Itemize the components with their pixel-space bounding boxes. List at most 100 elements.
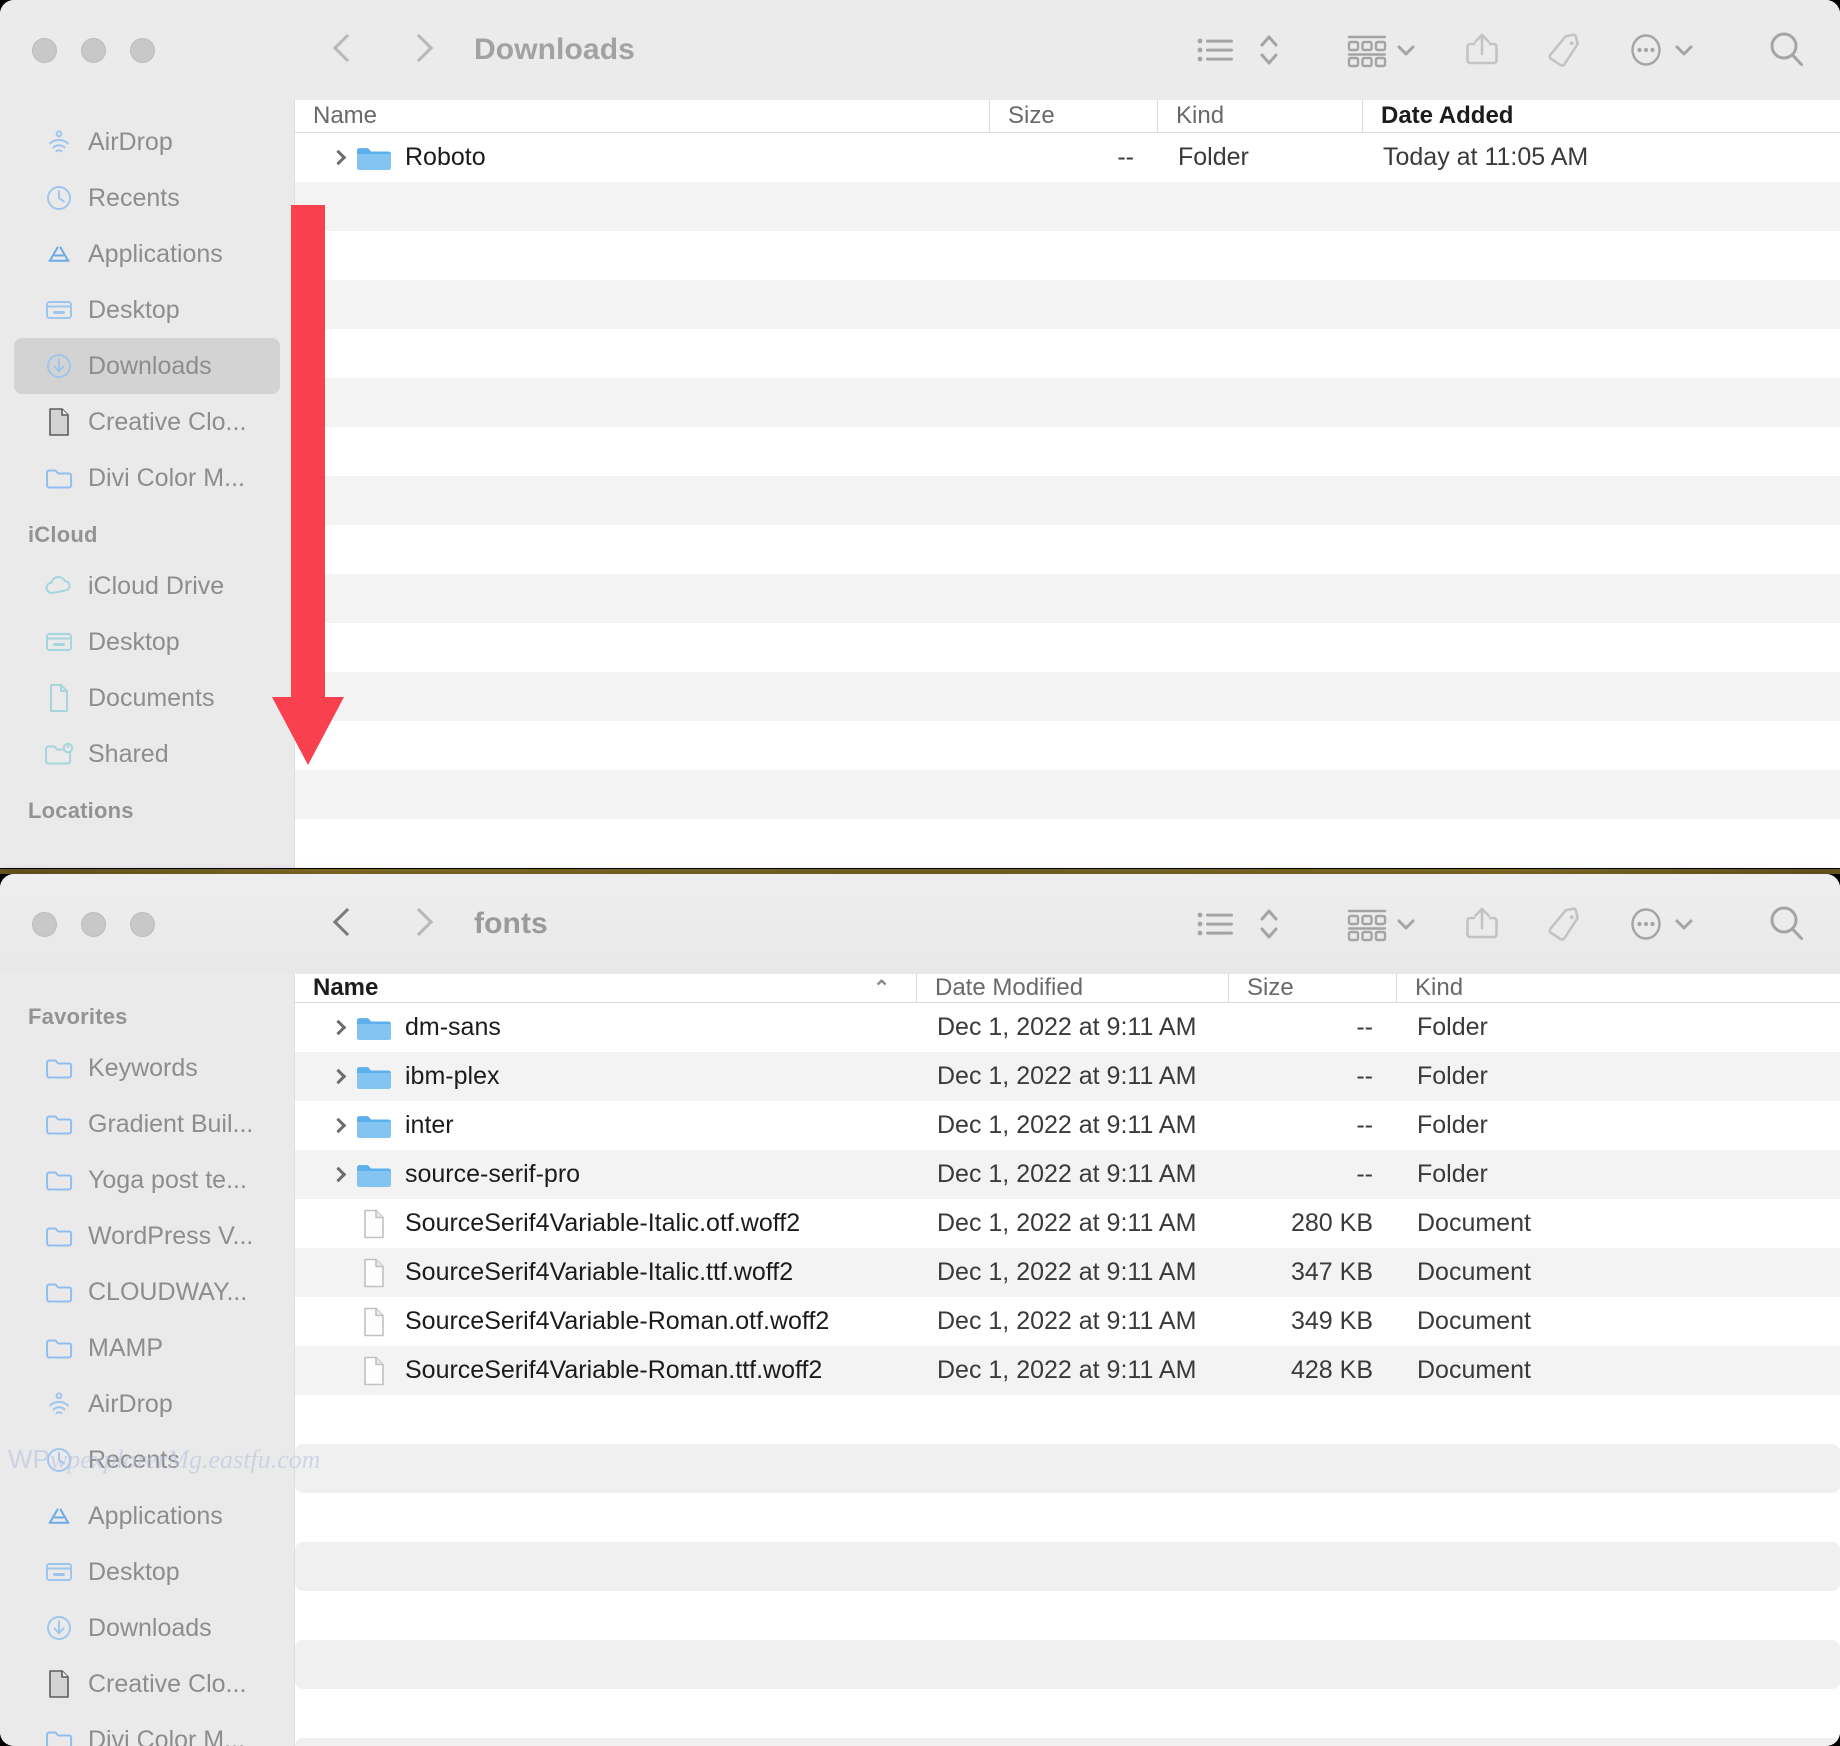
sidebar-item-shared[interactable]: Shared	[14, 726, 280, 782]
tag-icon[interactable]	[1542, 28, 1586, 72]
forward-button[interactable]	[386, 21, 444, 79]
sidebar-item-desktop[interactable]: Desktop	[14, 282, 280, 338]
column-header-name[interactable]: Name	[295, 100, 990, 132]
sidebar-item-keywords[interactable]: Keywords	[14, 1040, 280, 1096]
file-size: --	[1229, 1062, 1397, 1091]
back-button[interactable]	[314, 21, 372, 79]
table-row[interactable]: dm-sans Dec 1, 2022 at 9:11 AM -- Folder	[295, 1003, 1840, 1052]
filelist-downloads: Name Size Kind Date Added Roboto	[294, 100, 1840, 868]
document-gray-icon	[38, 1668, 80, 1700]
close-button[interactable]	[32, 912, 57, 937]
folder-outline-icon	[38, 1334, 80, 1362]
sidebar-item-applications[interactable]: Applications	[14, 1488, 280, 1544]
sidebar-label: Creative Clo...	[88, 408, 246, 437]
chevron-left-icon	[334, 34, 352, 66]
empty-row	[295, 1542, 1840, 1591]
sort-updown-icon[interactable]	[1256, 28, 1282, 72]
share-icon[interactable]	[1460, 27, 1504, 73]
titlebar-sidebar-zone	[0, 874, 294, 974]
back-button[interactable]	[314, 895, 372, 953]
table-row[interactable]: SourceSerif4Variable-Italic.otf.woff2 De…	[295, 1199, 1840, 1248]
sort-updown-icon[interactable]	[1256, 902, 1282, 946]
disclosure-triangle-icon[interactable]	[323, 1022, 353, 1033]
maximize-button[interactable]	[130, 38, 155, 63]
sidebar-item-desktop[interactable]: Desktop	[14, 1544, 280, 1600]
table-row[interactable]: source-serif-pro Dec 1, 2022 at 9:11 AM …	[295, 1150, 1840, 1199]
sidebar-label: Creative Clo...	[88, 1670, 246, 1699]
sidebar-item-recents[interactable]: Recents	[14, 1432, 280, 1488]
airdrop-icon	[38, 1389, 80, 1419]
column-header-size[interactable]: Size	[1229, 974, 1397, 1002]
empty-row	[295, 1640, 1840, 1689]
column-header-kind[interactable]: Kind	[1158, 100, 1363, 132]
chevron-down-icon-more[interactable]	[1668, 908, 1700, 940]
file-name: SourceSerif4Variable-Italic.otf.woff2	[405, 1209, 800, 1238]
group-by-icon[interactable]	[1344, 903, 1390, 945]
sidebar-item-yoga-post[interactable]: Yoga post te...	[14, 1152, 280, 1208]
table-row[interactable]: SourceSerif4Variable-Roman.otf.woff2 Dec…	[295, 1297, 1840, 1346]
sidebar-item-applications[interactable]: Applications	[14, 226, 280, 282]
disclosure-triangle-icon[interactable]	[323, 1120, 353, 1131]
file-kind: Document	[1397, 1307, 1840, 1336]
document-icon	[353, 1355, 395, 1387]
chevron-down-icon-more[interactable]	[1668, 34, 1700, 66]
minimize-button[interactable]	[81, 38, 106, 63]
sidebar-item-airdrop[interactable]: AirDrop	[14, 114, 280, 170]
sidebar-item-icloud-documents[interactable]: Documents	[14, 670, 280, 726]
table-row[interactable]: ibm-plex Dec 1, 2022 at 9:11 AM -- Folde…	[295, 1052, 1840, 1101]
minimize-button[interactable]	[81, 912, 106, 937]
sidebar-item-airdrop[interactable]: AirDrop	[14, 1376, 280, 1432]
sidebar-item-wordpress[interactable]: WordPress V...	[14, 1208, 280, 1264]
disclosure-triangle-icon[interactable]	[323, 1169, 353, 1180]
document-icon	[38, 682, 80, 714]
share-icon[interactable]	[1460, 901, 1504, 947]
file-date-added: Today at 11:05 AM	[1363, 143, 1840, 172]
column-header-date-added[interactable]: Date Added	[1363, 100, 1840, 132]
tag-icon[interactable]	[1542, 902, 1586, 946]
sidebar-item-creative-cloud[interactable]: Creative Clo...	[14, 1656, 280, 1712]
sidebar-item-divi-color[interactable]: Divi Color M...	[14, 450, 280, 506]
sidebar-item-downloads[interactable]: Downloads	[14, 338, 280, 394]
column-header-date-modified[interactable]: Date Modified	[917, 974, 1229, 1002]
search-icon[interactable]	[1762, 26, 1812, 74]
search-icon[interactable]	[1762, 900, 1812, 948]
sidebar-item-mamp[interactable]: MAMP	[14, 1320, 280, 1376]
list-view-icon[interactable]	[1196, 905, 1240, 943]
more-ellipsis-icon[interactable]	[1624, 28, 1668, 72]
forward-button[interactable]	[386, 895, 444, 953]
window-title: Downloads	[474, 33, 635, 67]
window-title: fonts	[474, 907, 548, 941]
list-view-icon[interactable]	[1196, 31, 1240, 69]
disclosure-triangle-icon[interactable]	[323, 1071, 353, 1082]
maximize-button[interactable]	[130, 912, 155, 937]
folder-outline-icon	[38, 464, 80, 492]
table-row[interactable]: SourceSerif4Variable-Italic.ttf.woff2 De…	[295, 1248, 1840, 1297]
more-ellipsis-icon[interactable]	[1624, 902, 1668, 946]
chevron-down-icon-group[interactable]	[1390, 34, 1422, 66]
chevron-down-icon-group[interactable]	[1390, 908, 1422, 940]
folder-icon	[353, 1062, 395, 1092]
file-kind: Document	[1397, 1258, 1840, 1287]
sidebar-item-downloads[interactable]: Downloads	[14, 1600, 280, 1656]
group-by-icon[interactable]	[1344, 29, 1390, 71]
column-header-kind[interactable]: Kind	[1397, 974, 1840, 1002]
close-button[interactable]	[32, 38, 57, 63]
sidebar-item-icloud-drive[interactable]: iCloud Drive	[14, 558, 280, 614]
sidebar-item-recents[interactable]: Recents	[14, 170, 280, 226]
table-row[interactable]: inter Dec 1, 2022 at 9:11 AM -- Folder	[295, 1101, 1840, 1150]
column-header-name[interactable]: Name ⌃	[295, 974, 917, 1002]
traffic-lights	[32, 38, 155, 63]
table-row[interactable]: Roboto -- Folder Today at 11:05 AM	[295, 133, 1840, 182]
sidebar-item-creative-cloud[interactable]: Creative Clo...	[14, 394, 280, 450]
navigation-buttons	[314, 21, 444, 79]
column-header-size[interactable]: Size	[990, 100, 1158, 132]
file-name: source-serif-pro	[405, 1160, 580, 1189]
sidebar-item-gradient-builder[interactable]: Gradient Buil...	[14, 1096, 280, 1152]
file-rows-downloads: Roboto -- Folder Today at 11:05 AM	[295, 133, 1840, 868]
disclosure-triangle-icon[interactable]	[323, 152, 353, 163]
table-row[interactable]: SourceSerif4Variable-Roman.ttf.woff2 Dec…	[295, 1346, 1840, 1395]
sidebar-label: Downloads	[88, 1614, 212, 1643]
sidebar-item-divi-color[interactable]: Divi Color M...	[14, 1712, 280, 1746]
sidebar-item-cloudways[interactable]: CLOUDWAY...	[14, 1264, 280, 1320]
sidebar-item-icloud-desktop[interactable]: Desktop	[14, 614, 280, 670]
